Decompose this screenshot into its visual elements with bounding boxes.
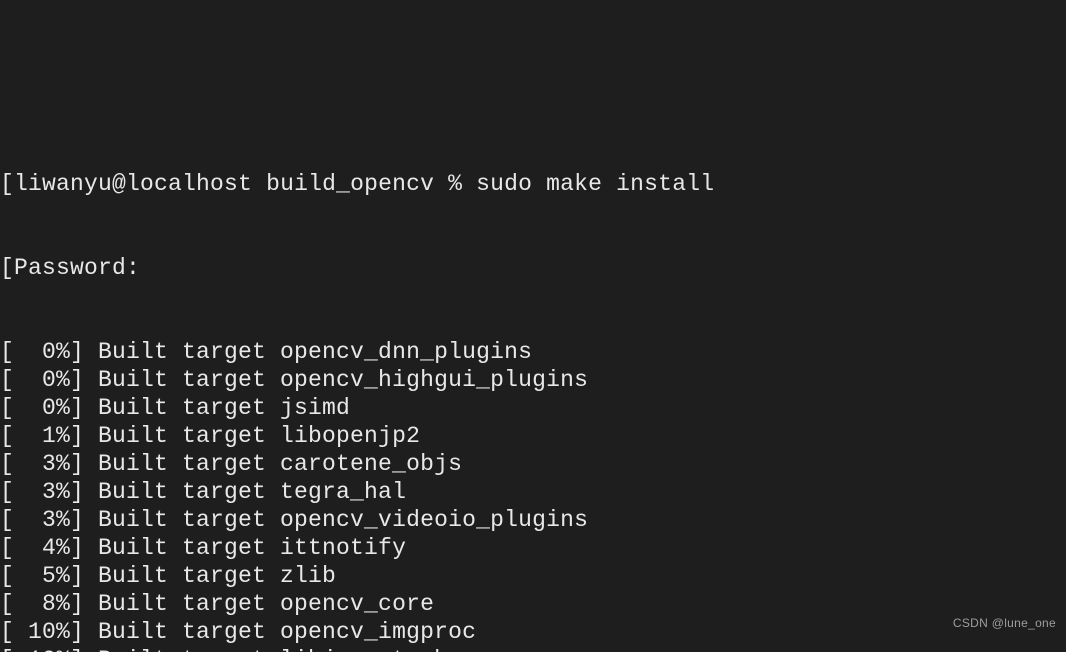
password-prompt: [Password:	[0, 254, 1066, 282]
prompt-symbol: %	[448, 170, 462, 198]
build-line: [ 0%] Built target opencv_dnn_plugins	[0, 338, 1066, 366]
directory: build_opencv	[266, 170, 434, 198]
terminal-output[interactable]: [liwanyu@localhost build_opencv % sudo m…	[0, 112, 1066, 652]
watermark: CSDN @lune_one	[953, 609, 1056, 637]
build-line: [ 1%] Built target libopenjp2	[0, 422, 1066, 450]
build-line: [ 4%] Built target ittnotify	[0, 534, 1066, 562]
bracket-open: [	[0, 170, 14, 198]
build-line: [ 0%] Built target jsimd	[0, 394, 1066, 422]
build-line: [ 10%] Built target opencv_imgproc	[0, 618, 1066, 646]
user-host: liwanyu@localhost	[14, 170, 252, 198]
build-line: [ 3%] Built target tegra_hal	[0, 478, 1066, 506]
build-line: [ 0%] Built target opencv_highgui_plugin…	[0, 366, 1066, 394]
build-line: [ 12%] Built target libjpeg-turbo	[0, 646, 1066, 652]
build-line: [ 5%] Built target zlib	[0, 562, 1066, 590]
build-line: [ 3%] Built target carotene_objs	[0, 450, 1066, 478]
command-text: sudo make install	[476, 170, 714, 198]
build-line: [ 3%] Built target opencv_videoio_plugin…	[0, 506, 1066, 534]
build-line: [ 8%] Built target opencv_core	[0, 590, 1066, 618]
prompt-line: [liwanyu@localhost build_opencv % sudo m…	[0, 170, 1066, 198]
